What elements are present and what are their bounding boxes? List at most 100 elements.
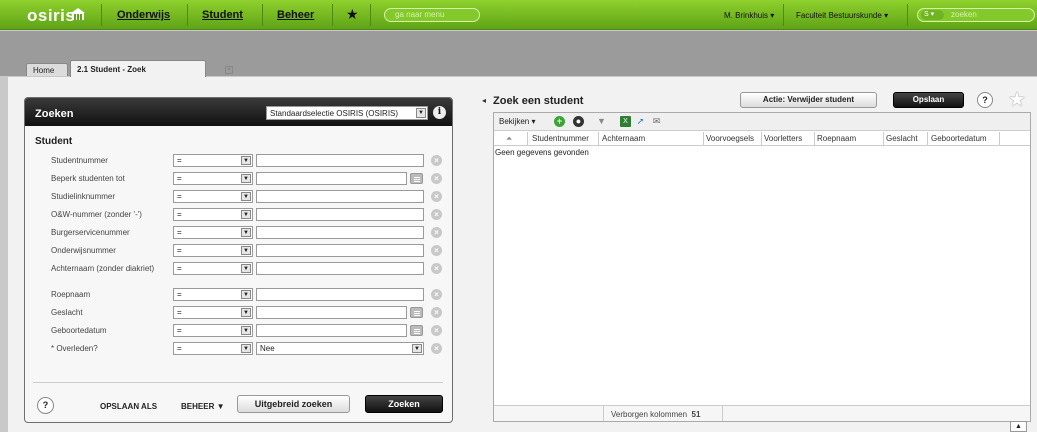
delete-student-action-button[interactable]: Actie: Verwijder student (740, 92, 877, 108)
save-button[interactable]: Opslaan (893, 92, 964, 108)
menu-beheer[interactable]: Beheer (277, 9, 314, 21)
empty-message: Geen gegevens gevonden (495, 148, 589, 157)
operator-select[interactable]: = ▼ (173, 154, 253, 167)
view-menu[interactable]: Bekijken ▾ (499, 117, 536, 126)
global-search[interactable]: S ▾ zoeken (917, 8, 1035, 22)
delete-icon[interactable]: ● (573, 116, 584, 127)
lookup-list-icon[interactable] (410, 173, 423, 184)
value-input[interactable] (256, 244, 424, 257)
excel-export-icon[interactable]: X (620, 116, 631, 127)
column-divider (703, 132, 704, 146)
lookup-list-icon[interactable] (410, 307, 423, 318)
goto-menu-input[interactable]: ga naar menu (384, 8, 480, 22)
value-input[interactable] (256, 172, 407, 185)
chevron-down-icon: ▼ (412, 344, 422, 353)
operator-select[interactable]: = ▼ (173, 262, 253, 275)
column-header[interactable]: Voorletters (764, 134, 802, 143)
operator-value: = (177, 228, 182, 237)
operator-select[interactable]: = ▼ (173, 306, 253, 319)
column-header[interactable]: Studentnummer (532, 134, 589, 143)
value-input[interactable] (256, 154, 424, 167)
filter-icon[interactable]: ▼ (596, 116, 607, 127)
value-input[interactable] (256, 262, 424, 275)
favorites-star-icon[interactable]: ★ (346, 6, 359, 23)
clear-icon[interactable]: × (431, 343, 442, 354)
operator-select[interactable]: = ▼ (173, 172, 253, 185)
value-input[interactable] (256, 226, 424, 239)
operator-select[interactable]: = ▼ (173, 190, 253, 203)
field-label: Burgerservicenummer (51, 228, 130, 237)
column-header[interactable]: Geslacht (886, 134, 918, 143)
column-divider (814, 132, 815, 146)
value-select[interactable]: Nee ▼ (256, 342, 424, 355)
value-input[interactable] (256, 208, 424, 221)
info-icon[interactable]: i (433, 106, 446, 119)
scroll-up-icon[interactable]: ▲ (1010, 421, 1027, 432)
clear-icon[interactable]: × (431, 307, 442, 318)
column-header-row: ⏶ Studentnummer Achternaam Voorvoegsels … (494, 132, 1030, 146)
help-button[interactable]: ? (977, 92, 993, 108)
clear-icon[interactable]: × (431, 263, 442, 274)
operator-select[interactable]: = ▼ (173, 324, 253, 337)
clear-icon[interactable]: × (431, 191, 442, 202)
export-icon[interactable]: ➚ (635, 116, 646, 127)
operator-select[interactable]: = ▼ (173, 208, 253, 221)
clear-icon[interactable]: × (431, 227, 442, 238)
value-input[interactable] (256, 190, 424, 203)
menu-divider (187, 4, 188, 26)
menu-student[interactable]: Student (202, 9, 243, 21)
column-header[interactable]: Roepnaam (817, 134, 856, 143)
field-row: Studielinknummer = ▼ × (25, 190, 452, 206)
value-input[interactable] (256, 288, 424, 301)
operator-select[interactable]: = ▼ (173, 244, 253, 257)
search-input[interactable]: zoeken (951, 10, 977, 19)
column-divider (999, 132, 1000, 146)
help-button[interactable]: ? (37, 397, 54, 414)
value-input[interactable] (256, 324, 407, 337)
clear-icon[interactable]: × (431, 245, 442, 256)
selection-dropdown[interactable]: Standaardselectie OSIRIS (OSIRIS) ▼ (266, 106, 428, 120)
sort-icon[interactable]: ⏶ (506, 134, 512, 144)
menu-divider (370, 4, 371, 26)
operator-select[interactable]: = ▼ (173, 342, 253, 355)
clear-icon[interactable]: × (431, 173, 442, 184)
column-header[interactable]: Geboortedatum (931, 134, 987, 143)
footer-divider (603, 406, 604, 421)
field-row: Achternaam (zonder diakriet) = ▼ × (25, 262, 452, 278)
operator-value: = (177, 156, 182, 165)
chevron-down-icon: ▼ (241, 246, 251, 255)
clear-icon[interactable]: × (431, 325, 442, 336)
tab-student-zoek[interactable]: 2.1 Student - Zoek × (70, 60, 233, 77)
osiris-logo[interactable]: osiris (27, 6, 75, 26)
search-scope-dropdown[interactable]: S ▾ (921, 10, 944, 20)
hidden-columns-text: Verborgen kolommen (611, 410, 688, 419)
search-button[interactable]: Zoeken (365, 395, 443, 413)
mail-icon[interactable]: ✉ (651, 116, 662, 127)
save-as-button[interactable]: OPSLAAN ALS (100, 402, 157, 411)
user-menu[interactable]: M. Brinkhuis ▾ (724, 11, 774, 20)
operator-select[interactable]: = ▼ (173, 288, 253, 301)
close-icon[interactable]: × (225, 66, 233, 74)
favorite-star-icon[interactable]: ★ (1008, 87, 1026, 112)
collapse-panel-icon[interactable]: ◂ (482, 96, 488, 107)
value-input[interactable] (256, 306, 407, 319)
menu-onderwijs[interactable]: Onderwijs (117, 9, 170, 21)
advanced-search-button[interactable]: Uitgebreid zoeken (237, 395, 350, 413)
clear-icon[interactable]: × (431, 155, 442, 166)
add-icon[interactable]: + (554, 116, 565, 127)
operator-value: = (177, 264, 182, 273)
column-header[interactable]: Voorvoegsels (706, 134, 754, 143)
tab-home[interactable]: Home (26, 63, 68, 76)
search-scope-value: S (924, 11, 929, 18)
clear-icon[interactable]: × (431, 289, 442, 300)
column-header[interactable]: Achternaam (602, 134, 645, 143)
calendar-icon[interactable] (410, 325, 423, 336)
clear-icon[interactable]: × (431, 209, 442, 220)
user-name: M. Brinkhuis (724, 11, 769, 20)
manage-menu[interactable]: BEHEER ▼ (181, 402, 225, 411)
caret-down-icon: ▾ (531, 117, 536, 126)
faculty-menu[interactable]: Faculteit Bestuurskunde ▾ (796, 11, 888, 20)
operator-select[interactable]: = ▼ (173, 226, 253, 239)
chevron-down-icon: ▼ (241, 344, 251, 353)
hidden-columns-label[interactable]: Verborgen kolommen 51 (611, 410, 700, 419)
